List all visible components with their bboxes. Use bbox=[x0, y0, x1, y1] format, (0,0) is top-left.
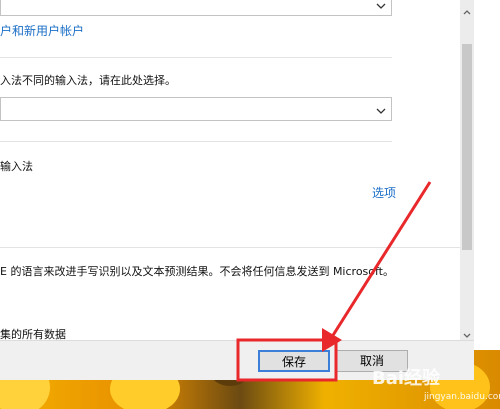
collected-data-label: 集的所有数据 bbox=[0, 328, 66, 340]
divider bbox=[0, 141, 392, 142]
chevron-down-icon bbox=[376, 101, 386, 114]
input-method-heading: 输入法 bbox=[0, 160, 33, 173]
settings-content: 户和新用户帐户 入法不同的输入法，请在此处选择。 输入法 选项 E 的语言来改进… bbox=[0, 0, 460, 340]
vertical-scrollbar[interactable] bbox=[460, 0, 474, 340]
scroll-down-icon[interactable] bbox=[462, 326, 472, 338]
handwriting-description: E 的语言来改进手写识别以及文本预测结果。不会将任何信息发送到 Microsof… bbox=[0, 265, 394, 278]
account-link[interactable]: 户和新用户帐户 bbox=[0, 22, 84, 39]
top-dropdown[interactable] bbox=[0, 0, 392, 16]
divider bbox=[0, 247, 460, 248]
scroll-up-icon[interactable] bbox=[462, 2, 472, 15]
baidu-watermark-site: jingyan.baidu.com bbox=[424, 392, 500, 402]
chevron-down-icon bbox=[376, 0, 386, 9]
input-method-dropdown[interactable] bbox=[0, 97, 392, 121]
input-method-prompt: 入法不同的输入法，请在此处选择。 bbox=[0, 74, 176, 87]
options-link[interactable]: 选项 bbox=[372, 184, 396, 201]
save-button[interactable]: 保存 bbox=[258, 350, 330, 372]
baidu-watermark: Bai经验 bbox=[372, 368, 441, 389]
scrollbar-thumb[interactable] bbox=[462, 44, 472, 250]
settings-dialog: 户和新用户帐户 入法不同的输入法，请在此处选择。 输入法 选项 E 的语言来改进… bbox=[0, 0, 474, 380]
divider bbox=[0, 57, 392, 58]
